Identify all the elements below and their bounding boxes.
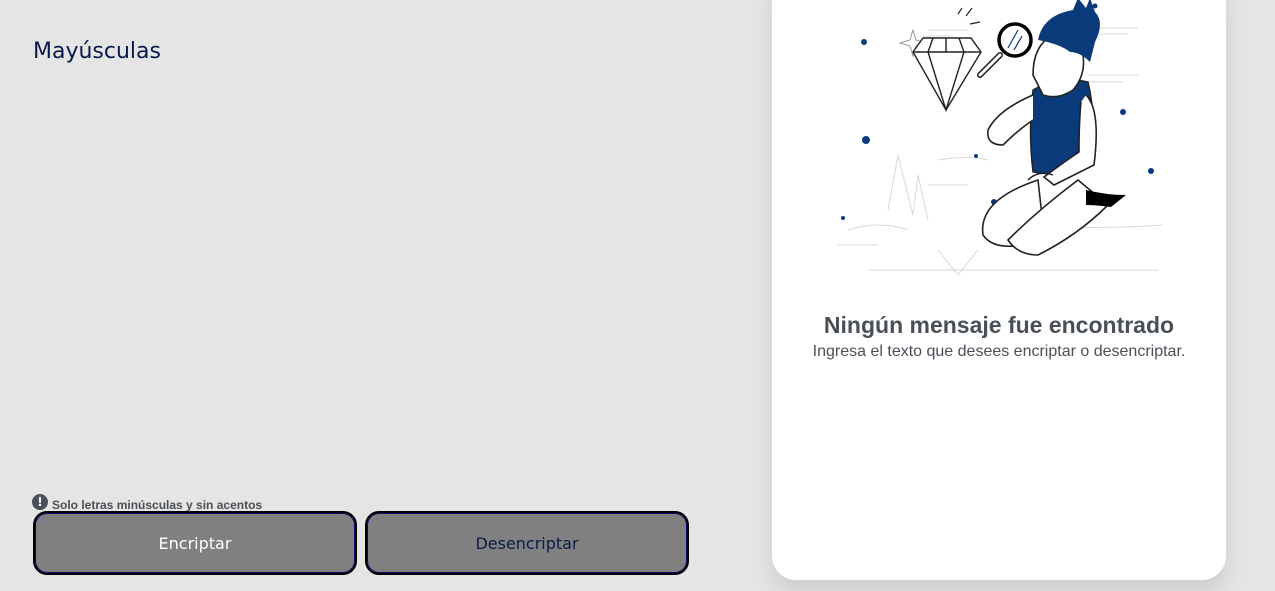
encryptor-app: ! Solo letras minúsculas y sin acentos E… — [0, 0, 1275, 591]
notice-text: Solo letras minúsculas y sin acentos — [52, 498, 263, 512]
output-card: Ningún mensaje fue encontrado Ingresa el… — [772, 0, 1226, 580]
encrypt-button[interactable]: Encriptar — [33, 511, 357, 575]
empty-state-subtitle: Ingresa el texto que desees encriptar o … — [812, 343, 1186, 360]
empty-state-title: Ningún mensaje fue encontrado — [823, 312, 1175, 338]
decrypt-button[interactable]: Desencriptar — [365, 511, 689, 575]
person-with-magnifying-glass-illustration — [838, 0, 1164, 276]
message-input[interactable] — [33, 36, 723, 476]
exclamation-circle-icon: ! — [32, 494, 48, 510]
input-notice: ! Solo letras minúsculas y sin acentos — [32, 492, 262, 512]
